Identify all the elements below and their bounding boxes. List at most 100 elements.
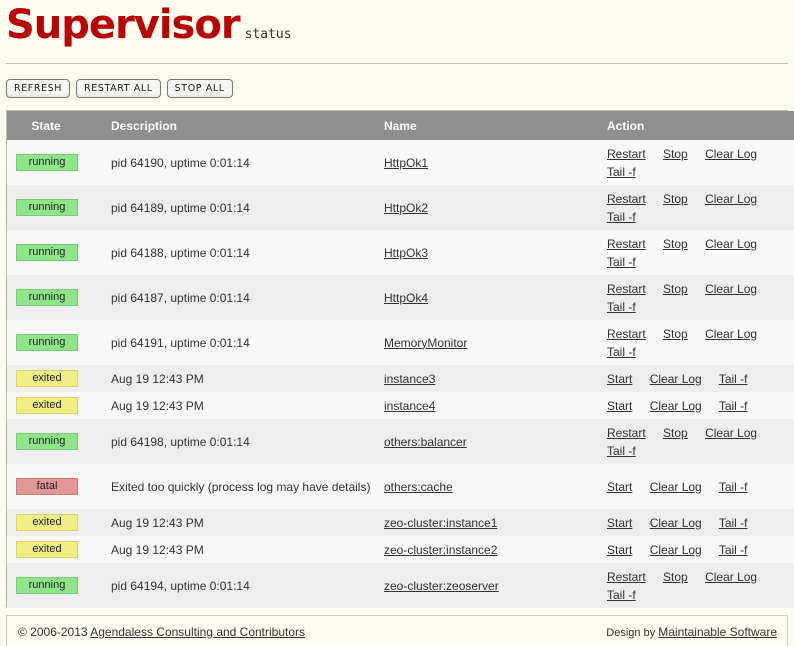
tail-f-link[interactable]: Tail -f: [607, 300, 636, 314]
clear-log-link[interactable]: Clear Log: [705, 426, 757, 440]
start-link[interactable]: Start: [607, 516, 632, 530]
clear-log-link[interactable]: Clear Log: [705, 327, 757, 341]
table-row: running pid 64187, uptime 0:01:14 HttpOk4 R…: [7, 275, 794, 320]
state-cell: running: [7, 185, 103, 230]
restart-link[interactable]: Restart: [607, 147, 646, 161]
tail-f-link[interactable]: Tail -f: [607, 444, 636, 458]
tail-f-link[interactable]: Tail -f: [719, 399, 748, 413]
description-cell: pid 64198, uptime 0:01:14: [103, 419, 377, 464]
description-cell: Aug 19 12:43 PM: [103, 365, 377, 392]
description-cell: pid 64191, uptime 0:01:14: [103, 320, 377, 365]
clear-log-link[interactable]: Clear Log: [705, 237, 757, 251]
clear-log-link[interactable]: Clear Log: [650, 372, 702, 386]
state-cell: running: [7, 275, 103, 320]
action-cell: Start Clear Log Tail -f: [600, 392, 794, 419]
clear-log-link[interactable]: Clear Log: [650, 516, 702, 530]
stop-link[interactable]: Stop: [663, 282, 688, 296]
description-cell: pid 64187, uptime 0:01:14: [103, 275, 377, 320]
stop-link[interactable]: Stop: [663, 426, 688, 440]
stop-link[interactable]: Stop: [663, 570, 688, 584]
refresh-button[interactable]: REFRESH: [6, 79, 71, 98]
start-link[interactable]: Start: [607, 399, 632, 413]
process-name-link[interactable]: MemoryMonitor: [384, 336, 467, 350]
status-badge: exited: [16, 514, 78, 531]
description-cell: pid 64190, uptime 0:01:14: [103, 140, 377, 185]
process-name-link[interactable]: instance4: [384, 399, 435, 413]
process-name-link[interactable]: zeo-cluster:instance1: [384, 516, 497, 530]
name-cell: zeo-cluster:instance1: [377, 509, 600, 536]
column-header-action: Action: [607, 118, 645, 133]
stop-link[interactable]: Stop: [663, 327, 688, 341]
action-cell: Start Clear Log Tail -f: [600, 509, 794, 536]
start-link[interactable]: Start: [607, 543, 632, 557]
process-name-link[interactable]: HttpOk3: [384, 246, 428, 260]
description-text: pid 64188, uptime 0:01:14: [111, 245, 250, 260]
name-cell: HttpOk3: [377, 230, 600, 275]
tail-f-link[interactable]: Tail -f: [719, 480, 748, 494]
tail-f-link[interactable]: Tail -f: [607, 345, 636, 359]
status-badge: running: [16, 289, 78, 306]
restart-all-button[interactable]: RESTART ALL: [76, 79, 161, 98]
clear-log-link[interactable]: Clear Log: [705, 570, 757, 584]
stop-all-button[interactable]: STOP ALL: [166, 79, 233, 98]
process-name-link[interactable]: zeo-cluster:zeoserver: [384, 579, 499, 593]
clear-log-link[interactable]: Clear Log: [650, 543, 702, 557]
action-links: Start Clear Log Tail -f: [607, 397, 794, 415]
status-badge: running: [16, 154, 78, 171]
description-text: pid 64191, uptime 0:01:14: [111, 335, 250, 350]
description-cell: Aug 19 12:43 PM: [103, 509, 377, 536]
tail-f-link[interactable]: Tail -f: [607, 255, 636, 269]
logo-subtitle: status: [244, 27, 292, 42]
design-credit-link[interactable]: Maintainable Software: [658, 625, 777, 639]
process-name-link[interactable]: HttpOk1: [384, 156, 428, 170]
state-cell: running: [7, 140, 103, 185]
clear-log-link[interactable]: Clear Log: [705, 192, 757, 206]
tail-f-link[interactable]: Tail -f: [719, 543, 748, 557]
tail-f-link[interactable]: Tail -f: [719, 372, 748, 386]
column-header-description: Description: [111, 118, 178, 133]
copyright-link[interactable]: Agendaless Consulting and Contributors: [90, 625, 305, 639]
table-row: exited Aug 19 12:43 PM instance4 Start Clea…: [7, 392, 794, 419]
name-cell: others:balancer: [377, 419, 600, 464]
button-bar: REFRESH RESTART ALL STOP ALL: [6, 78, 239, 98]
start-link[interactable]: Start: [607, 372, 632, 386]
restart-link[interactable]: Restart: [607, 426, 646, 440]
restart-link[interactable]: Restart: [607, 237, 646, 251]
stop-link[interactable]: Stop: [663, 147, 688, 161]
action-cell: Restart Stop Clear Log Tail -f: [600, 230, 794, 275]
tail-f-link[interactable]: Tail -f: [607, 165, 636, 179]
action-cell: Start Clear Log Tail -f: [600, 536, 794, 563]
action-cell: Start Clear Log Tail -f: [600, 464, 794, 509]
process-name-link[interactable]: zeo-cluster:instance2: [384, 543, 497, 557]
action-links: Start Clear Log Tail -f: [607, 541, 794, 559]
stop-link[interactable]: Stop: [663, 237, 688, 251]
process-name-link[interactable]: instance3: [384, 372, 435, 386]
restart-link[interactable]: Restart: [607, 192, 646, 206]
status-badge: running: [16, 199, 78, 216]
restart-link[interactable]: Restart: [607, 327, 646, 341]
description-text: pid 64194, uptime 0:01:14: [111, 578, 250, 593]
design-credit: Design by Maintainable Software: [606, 625, 777, 639]
action-cell: Restart Stop Clear Log Tail -f: [600, 419, 794, 464]
restart-link[interactable]: Restart: [607, 570, 646, 584]
state-cell: running: [7, 563, 103, 608]
clear-log-link[interactable]: Clear Log: [705, 282, 757, 296]
process-name-link[interactable]: HttpOk4: [384, 291, 428, 305]
process-name-link[interactable]: others:cache: [384, 480, 453, 494]
process-table: State Description Name Action running pid…: [7, 111, 794, 608]
process-name-link[interactable]: HttpOk2: [384, 201, 428, 215]
restart-link[interactable]: Restart: [607, 282, 646, 296]
process-name-link[interactable]: others:balancer: [384, 435, 467, 449]
process-table-container: State Description Name Action running pid…: [6, 110, 794, 608]
status-badge: fatal: [16, 478, 78, 495]
tail-f-link[interactable]: Tail -f: [719, 516, 748, 530]
start-link[interactable]: Start: [607, 480, 632, 494]
clear-log-link[interactable]: Clear Log: [650, 480, 702, 494]
name-cell: zeo-cluster:zeoserver: [377, 563, 600, 608]
clear-log-link[interactable]: Clear Log: [650, 399, 702, 413]
tail-f-link[interactable]: Tail -f: [607, 210, 636, 224]
action-links: Restart Stop Clear Log Tail -f: [607, 325, 794, 361]
tail-f-link[interactable]: Tail -f: [607, 588, 636, 602]
clear-log-link[interactable]: Clear Log: [705, 147, 757, 161]
stop-link[interactable]: Stop: [663, 192, 688, 206]
